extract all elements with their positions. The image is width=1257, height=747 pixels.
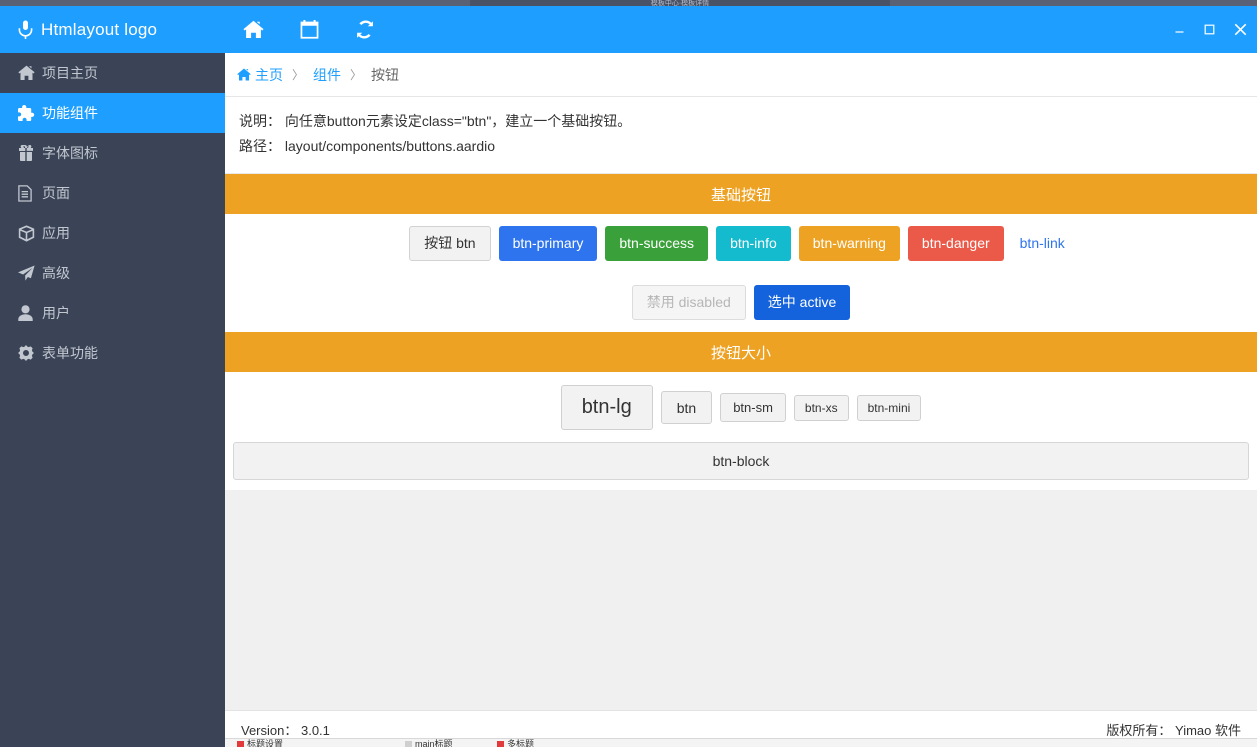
sidebar-item-advanced[interactable]: 高级 — [0, 253, 225, 293]
cube-icon — [18, 224, 42, 242]
btn-primary[interactable]: btn-primary — [498, 226, 598, 261]
paper-plane-icon — [18, 265, 42, 281]
button-row-states: 禁用 disabled 选中 active — [225, 273, 1257, 332]
btn-danger[interactable]: btn-danger — [907, 226, 1004, 261]
breadcrumb-separator: 〉 — [350, 68, 363, 82]
home-icon — [18, 65, 42, 81]
btn-success[interactable]: btn-success — [605, 226, 709, 261]
btn-lg[interactable]: btn-lg — [560, 385, 653, 430]
sidebar-item-label: 功能组件 — [42, 105, 98, 121]
button-row-styles: 按钮 btn btn-primary btn-success btn-info … — [225, 214, 1257, 273]
description-line-1: 说明： 向任意button元素设定class="btn"，建立一个基础按钮。 — [239, 113, 632, 129]
footer-version: Version： 3.0.1 — [241, 722, 330, 738]
breadcrumb: 主页 〉 组件 〉 按钮 — [225, 53, 1257, 97]
section-header-button-sizes: 按钮大小 — [225, 332, 1257, 372]
description-block: 说明： 向任意button元素设定class="btn"，建立一个基础按钮。 路… — [225, 97, 1257, 174]
btn-warning[interactable]: btn-warning — [798, 226, 900, 261]
button-block-wrap: btn-block — [225, 442, 1257, 490]
user-icon — [18, 305, 42, 321]
home-icon — [237, 68, 251, 81]
button-sizes-panel: btn-lg btn btn-sm btn-xs btn-mini btn-bl… — [225, 372, 1257, 490]
sidebar-item-icons[interactable]: 字体图标 — [0, 133, 225, 173]
file-icon — [18, 184, 42, 202]
marker-icon — [497, 741, 504, 747]
sidebar-item-label: 用户 — [42, 305, 70, 321]
breadcrumb-components-link[interactable]: 组件 — [313, 65, 341, 85]
brand-logo[interactable]: Htmlayout logo — [0, 6, 225, 53]
minimize-button[interactable] — [1164, 6, 1194, 53]
breadcrumb-separator: 〉 — [292, 68, 305, 82]
description-line-2: 路径： layout/components/buttons.aardio — [239, 138, 496, 154]
sidebar-item-home[interactable]: 项目主页 — [0, 53, 225, 93]
btn-disabled: 禁用 disabled — [631, 285, 746, 320]
button-size-row: btn-lg btn btn-sm btn-xs btn-mini — [225, 372, 1257, 442]
sidebar-item-label: 项目主页 — [42, 65, 98, 81]
btn-info[interactable]: btn-info — [716, 226, 791, 261]
btn-active[interactable]: 选中 active — [753, 285, 851, 320]
sidebar-item-label: 高级 — [42, 265, 70, 281]
sidebar-item-pages[interactable]: 页面 — [0, 173, 225, 213]
marker-icon — [405, 741, 412, 747]
microphone-icon — [18, 20, 33, 39]
calendar-icon — [300, 20, 319, 39]
breadcrumb-home-link[interactable]: 主页 — [255, 65, 283, 85]
sidebar-item-label: 应用 — [42, 225, 70, 241]
sidebar-item-forms[interactable]: 表单功能 — [0, 333, 225, 373]
btn-default[interactable]: 按钮 btn — [409, 226, 491, 261]
gear-icon — [18, 345, 42, 361]
application-window: Htmlayout logo 项目主页 功能组件 字体图标 页面 应用 高级 用… — [0, 6, 1257, 747]
gift-icon — [18, 145, 42, 161]
background-window-bottom-bar: 标题设置 main标题 多标题 — [225, 738, 1257, 747]
home-icon — [243, 20, 264, 39]
basic-buttons-panel: 按钮 btn btn-primary btn-success btn-info … — [225, 214, 1257, 332]
toolbar-calendar-button[interactable] — [281, 6, 337, 53]
breadcrumb-current: 按钮 — [371, 66, 400, 83]
section-header-basic-buttons: 基础按钮 — [225, 174, 1257, 214]
toolbar-refresh-button[interactable] — [337, 6, 393, 53]
sidebar: Htmlayout logo 项目主页 功能组件 字体图标 页面 应用 高级 用… — [0, 6, 225, 747]
maximize-button[interactable] — [1194, 6, 1224, 53]
sidebar-item-components[interactable]: 功能组件 — [0, 93, 225, 133]
background-item-0: 标题设置 — [237, 739, 283, 747]
main-content: 主页 〉 组件 〉 按钮 说明： 向任意button元素设定class="btn… — [225, 6, 1257, 747]
marker-icon — [237, 741, 244, 747]
refresh-icon — [355, 20, 375, 39]
btn-mini[interactable]: btn-mini — [856, 394, 922, 421]
footer-copyright: 版权所有： Yimao 软件 — [1106, 722, 1241, 738]
sidebar-item-label: 表单功能 — [42, 345, 98, 361]
content-filler — [225, 490, 1257, 710]
sidebar-item-label: 页面 — [42, 185, 70, 201]
puzzle-icon — [18, 105, 42, 121]
toolbar — [225, 6, 1257, 53]
close-button[interactable] — [1224, 6, 1257, 53]
btn-md[interactable]: btn — [660, 391, 713, 424]
btn-sm[interactable]: btn-sm — [720, 393, 786, 422]
sidebar-item-label: 字体图标 — [42, 145, 98, 161]
background-item-1: main标题 — [405, 739, 453, 747]
btn-link[interactable]: btn-link — [1012, 226, 1073, 261]
btn-xs[interactable]: btn-xs — [793, 394, 849, 421]
sidebar-item-users[interactable]: 用户 — [0, 293, 225, 333]
sidebar-item-apps[interactable]: 应用 — [0, 213, 225, 253]
window-controls — [1164, 6, 1257, 53]
toolbar-home-button[interactable] — [225, 6, 281, 53]
btn-block[interactable]: btn-block — [233, 442, 1249, 480]
background-item-2: 多标题 — [497, 739, 534, 747]
brand-label: Htmlayout logo — [41, 19, 158, 39]
